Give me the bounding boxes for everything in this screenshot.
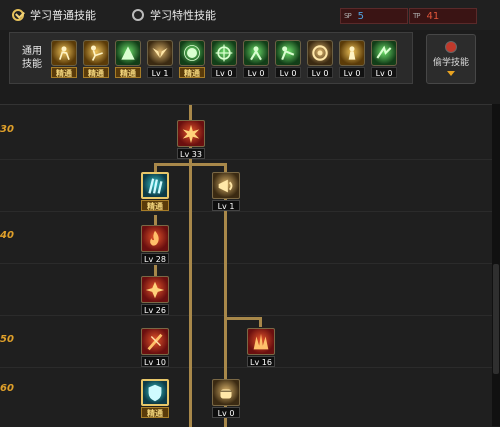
steal-skill-label: 偷学技能 [432, 58, 469, 68]
dropdown-arrow-icon [447, 71, 455, 76]
tree-skill-node[interactable]: 精通 [141, 172, 169, 212]
skill-level-label: Lv 0 [371, 67, 397, 78]
steal-skill-button[interactable]: 偷学技能 [426, 34, 476, 84]
common-skill-slot[interactable]: 精通 [83, 40, 109, 78]
tree-skill-node[interactable]: Lv 26 [141, 276, 169, 316]
common-skill-slot[interactable]: Lv 0 [371, 40, 397, 78]
level-row: 40 [0, 211, 492, 264]
mode-trait-label: 学习特性技能 [150, 9, 216, 22]
skill-level-label: Lv 0 [243, 67, 269, 78]
level-label: 40 [0, 230, 14, 241]
tree-connector [224, 317, 261, 320]
skill-level-label: 精通 [179, 67, 205, 78]
common-skill-slot[interactable]: Lv 1 [147, 40, 173, 78]
skill-tree: 30 40 50 60 Lv 33 精通 Lv 1 Lv 28 Lv 26 Lv 10 Lv… [0, 104, 492, 427]
skill-level-label: Lv 0 [307, 67, 333, 78]
explosion-icon [177, 120, 205, 147]
sp-tag: SP [344, 12, 352, 20]
claw-icon [141, 172, 169, 199]
tree-skill-node[interactable]: Lv 0 [212, 379, 240, 419]
slash-icon [141, 328, 169, 355]
tree-connector [259, 317, 262, 327]
common-skill-slot[interactable]: Lv 0 [307, 40, 333, 78]
level-row [0, 263, 492, 316]
tree-skill-node[interactable]: Lv 28 [141, 225, 169, 265]
skill-level-label: Lv 0 [212, 407, 240, 418]
radio-checked-icon[interactable] [12, 9, 24, 21]
skill-level-label: Lv 0 [339, 67, 365, 78]
skill-level-label: Lv 26 [141, 304, 169, 315]
horn-icon [212, 172, 240, 199]
shield-icon [141, 379, 169, 406]
level-row: 60 [0, 367, 492, 427]
skill-level-label: Lv 16 [247, 356, 275, 367]
statue-icon [339, 40, 365, 66]
skill-level-label: Lv 33 [177, 148, 205, 159]
common-skill-slot[interactable]: 精通 [179, 40, 205, 78]
mode-trait-skills[interactable]: 学习特性技能 [132, 6, 216, 24]
sit-icon [51, 40, 77, 66]
scrollbar-thumb[interactable] [493, 264, 499, 374]
tree-skill-node[interactable]: Lv 1 [212, 172, 240, 212]
common-skill-slot[interactable]: Lv 0 [211, 40, 237, 78]
burst-icon [179, 40, 205, 66]
tree-connector [154, 163, 226, 166]
skill-level-label: 精通 [51, 67, 77, 78]
skill-level-label: 精通 [141, 200, 169, 211]
common-skill-slot[interactable]: 精通 [51, 40, 77, 78]
skill-level-label: Lv 0 [275, 67, 301, 78]
grapple-icon [275, 40, 301, 66]
skill-level-label: 精通 [115, 67, 141, 78]
tree-scrollbar[interactable] [492, 104, 500, 426]
dash-icon [371, 40, 397, 66]
skill-level-label: 精通 [83, 67, 109, 78]
wings-icon [147, 40, 173, 66]
common-skills-panel: 通用技能 精通 精通 精通 Lv 1 精通 Lv 0 Lv 0 Lv 0 Lv 0 Lv 0 Lv … [9, 32, 413, 84]
common-skill-slot[interactable]: Lv 0 [339, 40, 365, 78]
mode-normal-label: 学习普通技能 [30, 9, 96, 22]
mode-bar: 学习普通技能 学习特性技能 SP 5 TP 41 [0, 0, 500, 30]
radio-unchecked-icon[interactable] [132, 9, 144, 21]
ring-icon [307, 40, 333, 66]
level-label: 60 [0, 383, 14, 394]
common-skill-slot[interactable]: Lv 0 [275, 40, 301, 78]
skill-level-label: Lv 1 [212, 200, 240, 211]
tree-skill-node[interactable]: Lv 33 [177, 120, 205, 160]
flame-fist-icon [141, 225, 169, 252]
strike-icon [115, 40, 141, 66]
level-row [0, 159, 492, 212]
sp-counter: SP 5 [340, 8, 408, 24]
steal-skill-icon [445, 41, 457, 53]
tp-counter: TP 41 [409, 8, 477, 24]
common-skill-slot[interactable]: Lv 0 [243, 40, 269, 78]
skill-level-label: Lv 0 [211, 67, 237, 78]
blast-icon [141, 276, 169, 303]
kick-icon [83, 40, 109, 66]
fighter-icon [243, 40, 269, 66]
tree-skill-node[interactable]: Lv 10 [141, 328, 169, 368]
tree-skill-node[interactable]: 精通 [141, 379, 169, 419]
fist-icon [212, 379, 240, 406]
common-skills-label: 通用技能 [22, 46, 42, 70]
skill-level-label: Lv 10 [141, 356, 169, 367]
crosshair-icon [211, 40, 237, 66]
sp-value: 5 [357, 10, 365, 22]
common-skill-slot[interactable]: 精通 [115, 40, 141, 78]
spike-icon [247, 328, 275, 355]
level-row: 30 [0, 105, 492, 160]
tree-skill-node[interactable]: Lv 16 [247, 328, 275, 368]
mode-normal-skills[interactable]: 学习普通技能 [12, 6, 96, 24]
level-row: 50 [0, 315, 492, 368]
level-label: 50 [0, 334, 14, 345]
skill-level-label: 精通 [141, 407, 169, 418]
skill-level-label: Lv 1 [147, 67, 173, 78]
tp-value: 41 [426, 10, 440, 22]
tp-tag: TP [413, 12, 420, 20]
skill-level-label: Lv 28 [141, 253, 169, 264]
level-label: 30 [0, 124, 14, 135]
